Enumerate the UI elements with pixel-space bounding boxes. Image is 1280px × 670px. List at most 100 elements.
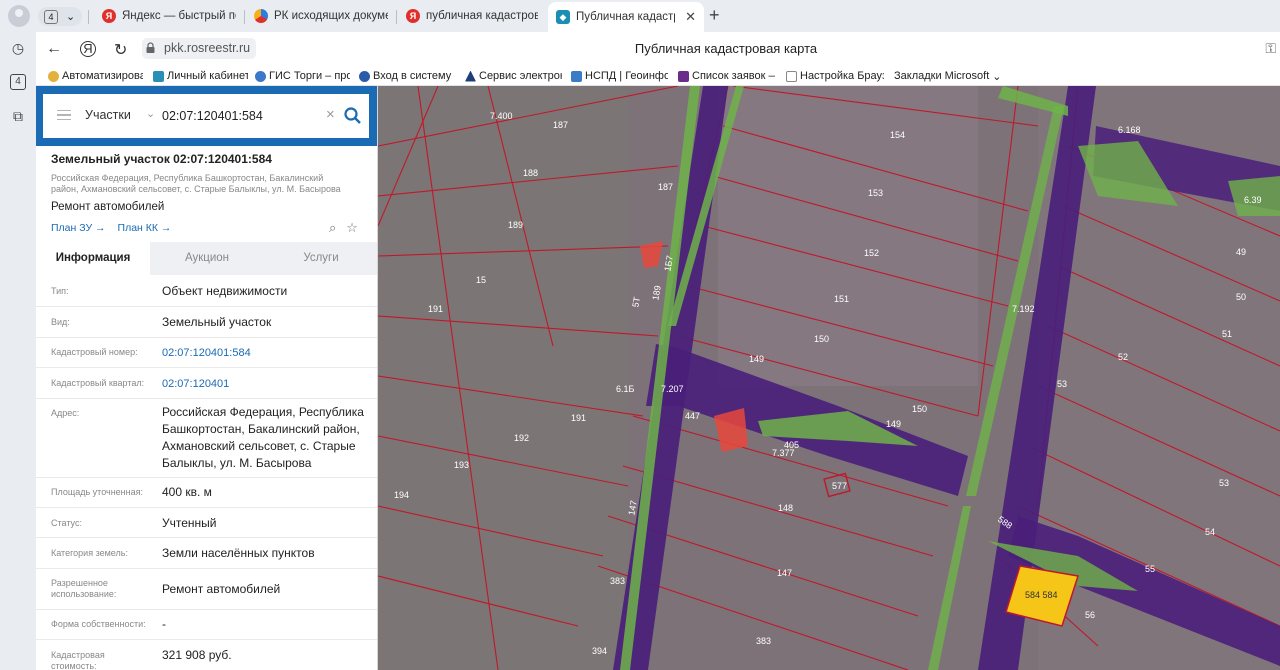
tab-yandex[interactable]: Я Яндекс — быстрый поиск [94, 4, 244, 28]
map-label: 149 [886, 419, 901, 429]
map-label: 150 [814, 334, 829, 344]
bookmark-label: Закладки Microsoft [894, 70, 990, 82]
new-tab-icon[interactable]: + [709, 5, 720, 26]
bookmark-label: Список заявок — [692, 70, 775, 82]
tab-separator [244, 10, 245, 24]
history-icon[interactable]: ◷ [10, 40, 26, 56]
star-icon[interactable]: ☆ [346, 220, 358, 236]
info-value: Ремонт автомобилей [162, 582, 281, 596]
info-key: Статус: [51, 518, 82, 528]
bookmark-label: Вход в систему :: [373, 70, 455, 82]
map-label: 7.192 [1012, 304, 1035, 314]
cadastral-number-link[interactable]: 02:07:120401:584 [162, 345, 372, 362]
profile-avatar[interactable] [8, 5, 30, 27]
info-value: Учтенный [162, 516, 217, 530]
search-icon[interactable] [343, 106, 363, 126]
cadastral-quarter-link[interactable]: 02:07:120401 [162, 376, 372, 393]
parcel-title: Земельный участок 02:07:120401:584 [51, 152, 272, 166]
info-row-address: Адрес: Российская Федерация, Республика … [36, 399, 377, 478]
map-label: 152 [864, 248, 879, 258]
chevron-down-icon[interactable]: ⌄ [146, 107, 155, 120]
search-input[interactable] [162, 105, 312, 127]
map-label: 151 [834, 294, 849, 304]
page-title: Публичная кадастровая карта [634, 41, 818, 56]
info-value: Объект недвижимости [162, 284, 288, 298]
info-key: Площадь уточненная: [51, 487, 143, 497]
tab-rk-documents[interactable]: РК исходящих документов [246, 4, 396, 28]
info-panel: Участки ⌄ × ‹ Земельный участок 02:07:12… [36, 86, 378, 670]
map-label: 50 [1236, 292, 1246, 302]
bookmark-item[interactable]: ГИС Торги – прод [255, 69, 350, 83]
bookmark-item[interactable]: Настройка Брауз [786, 69, 884, 83]
map-label: 6.39 [1244, 195, 1262, 205]
tab-pkk-active[interactable]: ◆ Публичная кадастрова ✕ [548, 2, 704, 32]
rosreestr-icon: ◆ [556, 10, 570, 24]
bookmark-label: Настройка Брауз [800, 70, 884, 82]
clear-icon[interactable]: × [326, 106, 335, 123]
info-value: 400 кв. м [162, 485, 212, 499]
map-label: 52 [1118, 352, 1128, 362]
tab-count-button[interactable]: 4 ⌄ [38, 7, 82, 26]
bookmark-item[interactable]: Автоматизирован [48, 69, 143, 83]
map-label: 53 [1057, 379, 1067, 389]
tab-separator [88, 10, 89, 24]
browser-tab-bar: 4 ⌄ Я Яндекс — быстрый поиск РК исходящи… [0, 0, 1280, 32]
lock-icon [146, 42, 155, 53]
bookmarks-folder[interactable]: Закладки Microsoft ⌄ [894, 69, 1004, 83]
tab-services[interactable]: Услуги [264, 242, 377, 275]
bookmark-icon [359, 70, 370, 82]
extensions-icon[interactable]: ⚿ [1265, 40, 1276, 57]
address-bar: ← Я ↻ pkk.rosreestr.ru Публичная кадастр… [36, 32, 1280, 66]
collections-icon[interactable]: ⧉ [10, 108, 26, 124]
search-type-select[interactable]: Участки [85, 108, 131, 122]
info-row-kind: Вид: Земельный участок [36, 307, 377, 338]
tab-count: 4 [44, 9, 58, 24]
selected-parcel-label: 584 584 [1025, 590, 1058, 600]
plan-links: План ЗУ → План КК → [51, 222, 171, 234]
bookmark-item[interactable]: Список заявок — [678, 69, 775, 83]
tab-auction[interactable]: Аукцион [150, 242, 264, 275]
bookmark-item[interactable]: Сервис электрон [465, 69, 562, 83]
map-label: 51 [1222, 329, 1232, 339]
map-label: 194 [394, 490, 409, 500]
yandex-home-icon[interactable]: Я [80, 41, 96, 57]
close-tab-icon[interactable]: ✕ [685, 9, 696, 25]
info-row-area: Площадь уточненная: 400 кв. м [36, 478, 377, 508]
tab-information[interactable]: Информация [36, 242, 150, 275]
search-bar: Участки ⌄ × [36, 86, 377, 146]
parcel-use: Ремонт автомобилей [51, 201, 165, 213]
tabs-counter-icon[interactable]: 4 [10, 74, 26, 90]
back-arrow-icon[interactable]: ← [46, 40, 62, 58]
plan-kk-link[interactable]: План КК → [118, 222, 172, 234]
map-label: 56 [1085, 610, 1095, 620]
map-label: 577 [832, 481, 847, 491]
map-label: 7.207 [661, 384, 684, 394]
bookmark-icon [465, 70, 476, 82]
plan-zu-link[interactable]: План ЗУ → [51, 222, 106, 234]
bookmark-label: Автоматизирован [62, 70, 143, 82]
bookmark-item[interactable]: Вход в систему :: [359, 69, 455, 83]
url-field[interactable]: pkk.rosreestr.ru [142, 38, 257, 59]
map-label: 55 [1145, 564, 1155, 574]
bookmark-item[interactable]: Личный кабинет [153, 69, 248, 83]
map-label: 447 [685, 411, 700, 421]
bookmark-item[interactable]: НСПД | Геоинфор [571, 69, 668, 83]
map-label: 383 [610, 576, 625, 586]
chevron-down-icon: ⌄ [992, 70, 1002, 83]
tab-label: публичная кадастровая к [426, 10, 538, 22]
info-value: - [162, 617, 166, 631]
bookmark-label: Сервис электрон [479, 70, 562, 82]
bookmark-icon [571, 70, 582, 82]
bookmark-label: НСПД | Геоинфор [585, 70, 668, 82]
cadastral-map[interactable]: 7.400 187 188 187 189 15 191 192 191 193… [378, 86, 1280, 670]
tab-label: Публичная кадастрова [576, 11, 675, 23]
map-label: 49 [1236, 247, 1246, 257]
map-canvas[interactable]: 7.400 187 188 187 189 15 191 192 191 193… [378, 86, 1280, 670]
reload-icon[interactable]: ↻ [114, 40, 127, 60]
info-row-permitted-use: Разрешенное использование: Ремонт автомо… [36, 569, 377, 610]
info-value: 321 908 руб. [162, 648, 232, 662]
menu-icon[interactable] [57, 110, 71, 120]
zoom-to-icon[interactable]: ⌕ [329, 220, 336, 236]
tab-kadastr-search[interactable]: Я публичная кадастровая к [398, 4, 546, 28]
map-label: 53 [1219, 478, 1229, 488]
